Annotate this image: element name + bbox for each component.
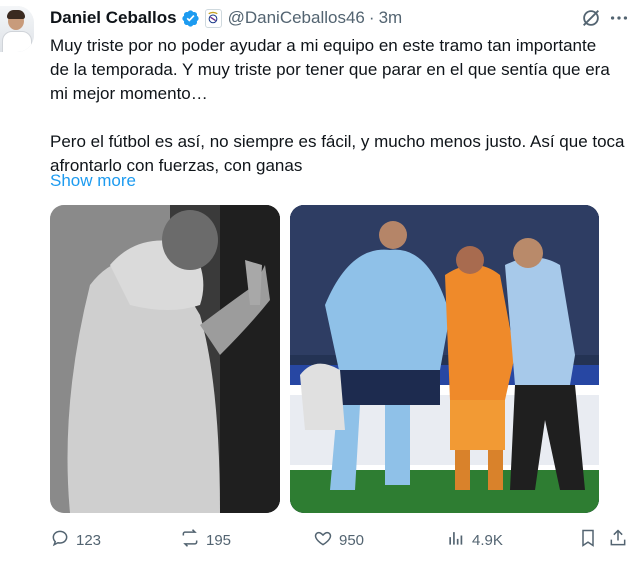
repost-count: 195 (206, 531, 232, 549)
more-icon[interactable] (608, 7, 630, 29)
reply-button[interactable]: 123 (50, 528, 101, 552)
views-count: 4.9K (472, 531, 503, 549)
reply-icon (50, 528, 70, 552)
display-name[interactable]: Daniel Ceballos (50, 8, 177, 28)
verified-badge-icon (181, 9, 200, 28)
share-icon (608, 528, 628, 552)
grayscale-player-praying-photo[interactable] (50, 205, 280, 513)
bookmark-icon (578, 528, 598, 552)
avatar[interactable] (0, 6, 34, 52)
like-icon (313, 528, 333, 552)
like-count: 950 (339, 531, 365, 549)
reply-count: 123 (76, 531, 102, 549)
tweet-header: Daniel Ceballos @DaniCeballos46 · 3m (50, 6, 402, 30)
grok-icon[interactable] (580, 7, 602, 29)
share-button[interactable] (608, 528, 628, 552)
like-button[interactable]: 950 (313, 528, 364, 552)
repost-button[interactable]: 195 (180, 528, 231, 552)
show-more-link[interactable]: Show more (50, 169, 136, 193)
handle[interactable]: @DaniCeballos46 (228, 8, 365, 28)
separator: · (368, 8, 375, 27)
tweet-text: Muy triste por no poder ayudar a mi equi… (50, 36, 625, 175)
views-button[interactable]: 4.9K (446, 528, 503, 552)
real-madrid-crest-icon[interactable] (204, 8, 222, 28)
timestamp[interactable]: 3m (379, 8, 403, 28)
repost-icon (180, 528, 200, 552)
bookmark-button[interactable] (578, 528, 598, 552)
views-icon (446, 528, 466, 552)
injured-player-helped-off-pitch-photo[interactable] (290, 205, 599, 513)
tweet: Daniel Ceballos @DaniCeballos46 · 3m Muy… (0, 0, 630, 562)
tweet-actions: 123 195 950 4.9K (0, 528, 630, 552)
